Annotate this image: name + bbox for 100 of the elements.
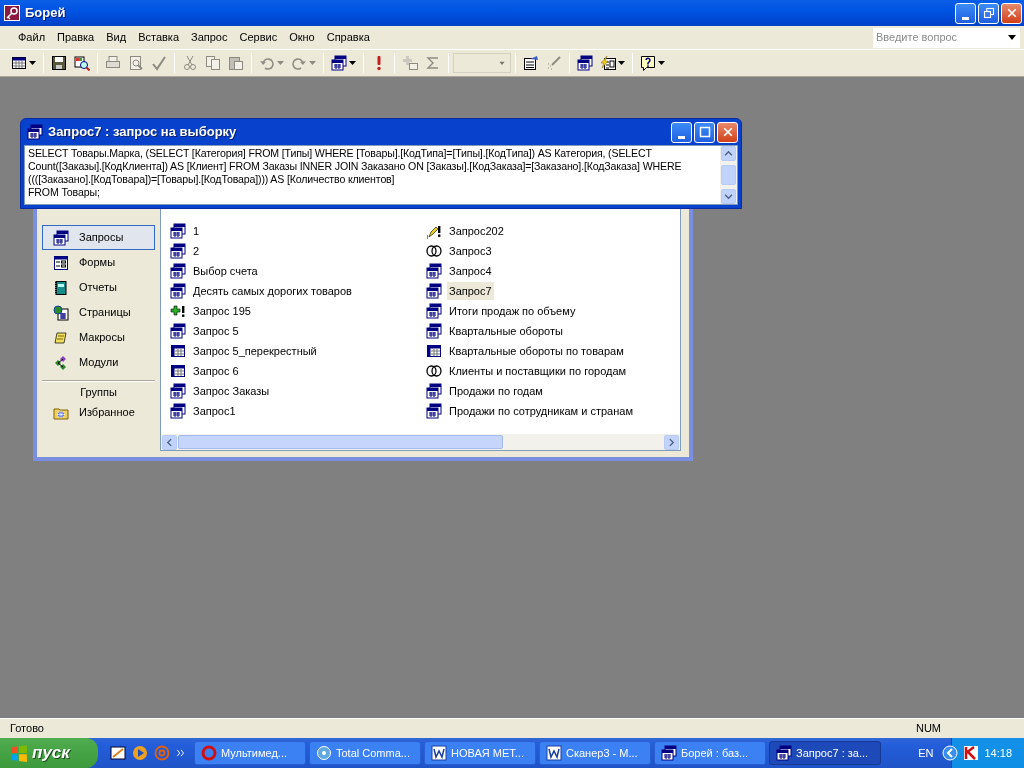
- show-desktop-icon: [110, 745, 126, 761]
- object-list-item[interactable]: Продажи по сотрудникам и странам: [447, 401, 635, 421]
- document-icon: [431, 745, 447, 761]
- module-icon: [53, 354, 69, 371]
- taskbar-button[interactable]: Total Comma...: [309, 741, 421, 765]
- close-icon: [721, 126, 734, 138]
- restore-button[interactable]: [978, 2, 999, 24]
- document-icon: [546, 745, 562, 761]
- object-list-item[interactable]: Запрос 5: [191, 321, 241, 341]
- taskbar-button[interactable]: Мультимед...: [194, 741, 306, 765]
- query-icon: [170, 323, 186, 339]
- horizontal-scrollbar[interactable]: [161, 434, 680, 450]
- object-list-item[interactable]: Квартальные обороты по товарам: [447, 341, 626, 361]
- web-page-icon: [53, 304, 69, 321]
- query-icon: [170, 403, 186, 419]
- sidebar-item[interactable]: Макросы: [42, 325, 155, 350]
- object-list-item[interactable]: Запрос Заказы: [191, 381, 272, 401]
- maximize-icon: [698, 126, 711, 138]
- key-icon: [4, 5, 20, 21]
- object-list-item[interactable]: Запрос202: [447, 221, 506, 241]
- update-query-icon: [426, 223, 442, 239]
- help-question-field[interactable]: Введите вопрос: [873, 27, 1004, 48]
- object-list-item[interactable]: Клиенты и поставщики по городам: [447, 361, 629, 381]
- taskbar-button[interactable]: Сканер3 - М...: [539, 741, 651, 765]
- printer-icon: [105, 55, 121, 71]
- query-icon: [170, 223, 186, 239]
- sidebar-item[interactable]: Запросы: [42, 225, 155, 250]
- object-list-item[interactable]: Запрос7: [447, 281, 494, 301]
- menu-item[interactable]: Вставка: [132, 27, 185, 48]
- sidebar-item[interactable]: Формы: [42, 250, 155, 275]
- object-list-item[interactable]: Выбор счета: [191, 261, 260, 281]
- media-player-icon: [132, 745, 148, 761]
- status-text: Готово: [10, 721, 44, 737]
- dropdown-button[interactable]: [1004, 27, 1020, 48]
- window-title: Запрос7 : запрос на выборку: [48, 123, 237, 142]
- taskbar-button[interactable]: Борей : баз...: [654, 741, 766, 765]
- object-list-item[interactable]: Десять самых дорогих товаров: [191, 281, 354, 301]
- union-query-icon: [426, 363, 442, 379]
- query-type-icon: [331, 55, 347, 71]
- menu-item[interactable]: Файл: [12, 27, 52, 48]
- redo-arrow-icon: [291, 55, 307, 71]
- group-item[interactable]: Избранное: [42, 400, 155, 425]
- sidebar-item[interactable]: Страницы: [42, 300, 155, 325]
- object-list-item[interactable]: Продажи по годам: [447, 381, 545, 401]
- crosstab-icon: [170, 343, 186, 359]
- sidebar-item[interactable]: Отчеты: [42, 275, 155, 300]
- form-icon: [53, 254, 69, 271]
- menu-item[interactable]: Правка: [51, 27, 101, 48]
- object-list-item[interactable]: Квартальные обороты: [447, 321, 565, 341]
- add-table-icon: [402, 55, 418, 71]
- close-button[interactable]: [717, 121, 738, 143]
- object-list-item[interactable]: 1: [191, 221, 202, 241]
- report-icon: [53, 279, 69, 296]
- menu-item[interactable]: Сервис: [233, 27, 284, 48]
- clipboard-icon: [228, 55, 244, 71]
- scroll-left-icon: [165, 437, 174, 447]
- object-list-item[interactable]: Запрос1: [191, 401, 238, 421]
- append-query-icon: [170, 303, 186, 319]
- query-icon: [53, 229, 69, 246]
- new-object-icon: [600, 55, 616, 71]
- object-list-item[interactable]: Запрос 5_перекрестный: [191, 341, 319, 361]
- sigma-icon: [425, 55, 441, 71]
- query-icon: [426, 263, 442, 279]
- print-preview-icon: [128, 55, 144, 71]
- object-list-item[interactable]: Итоги продаж по объему: [447, 301, 578, 321]
- maximize-button[interactable]: [694, 121, 715, 143]
- close-button[interactable]: [1001, 2, 1022, 24]
- disk-icon: [316, 745, 332, 761]
- minimize-button[interactable]: [671, 121, 692, 143]
- windows-logo-icon: [10, 744, 28, 762]
- taskbar-button[interactable]: НОВАЯ МЕТ...: [424, 741, 536, 765]
- clock: 14:18: [984, 745, 1012, 761]
- copy-icon: [205, 55, 221, 71]
- query-icon: [776, 745, 792, 761]
- menu-item[interactable]: Запрос: [185, 27, 234, 48]
- num-lock-indicator: NUM: [915, 721, 941, 737]
- properties-icon: [523, 55, 539, 71]
- menu-item[interactable]: Окно: [283, 27, 321, 48]
- minimize-button[interactable]: [955, 2, 976, 24]
- chevron-icon: [176, 748, 186, 758]
- union-query-icon: [426, 243, 442, 259]
- scissors-icon: [182, 55, 198, 71]
- query-icon: [170, 263, 186, 279]
- undo-arrow-icon: [259, 55, 275, 71]
- object-list-item[interactable]: Запрос3: [447, 241, 494, 261]
- magic-wand-icon: [546, 55, 562, 71]
- query-icon: [170, 283, 186, 299]
- query-icon: [27, 124, 43, 140]
- object-list-item[interactable]: 2: [191, 241, 202, 261]
- taskbar-button[interactable]: Запрос7 : за...: [769, 741, 881, 765]
- query-icon: [426, 403, 442, 419]
- object-list-item[interactable]: Запрос4: [447, 261, 494, 281]
- menu-item[interactable]: Вид: [100, 27, 133, 48]
- groups-header: Группы: [79, 385, 118, 400]
- language-indicator[interactable]: EN: [918, 744, 934, 762]
- help-icon: [640, 55, 656, 71]
- object-list-item[interactable]: Запрос 195: [191, 301, 253, 321]
- object-list-item[interactable]: Запрос 6: [191, 361, 241, 381]
- menu-item[interactable]: Справка: [320, 27, 376, 48]
- sidebar-item[interactable]: Модули: [42, 350, 155, 375]
